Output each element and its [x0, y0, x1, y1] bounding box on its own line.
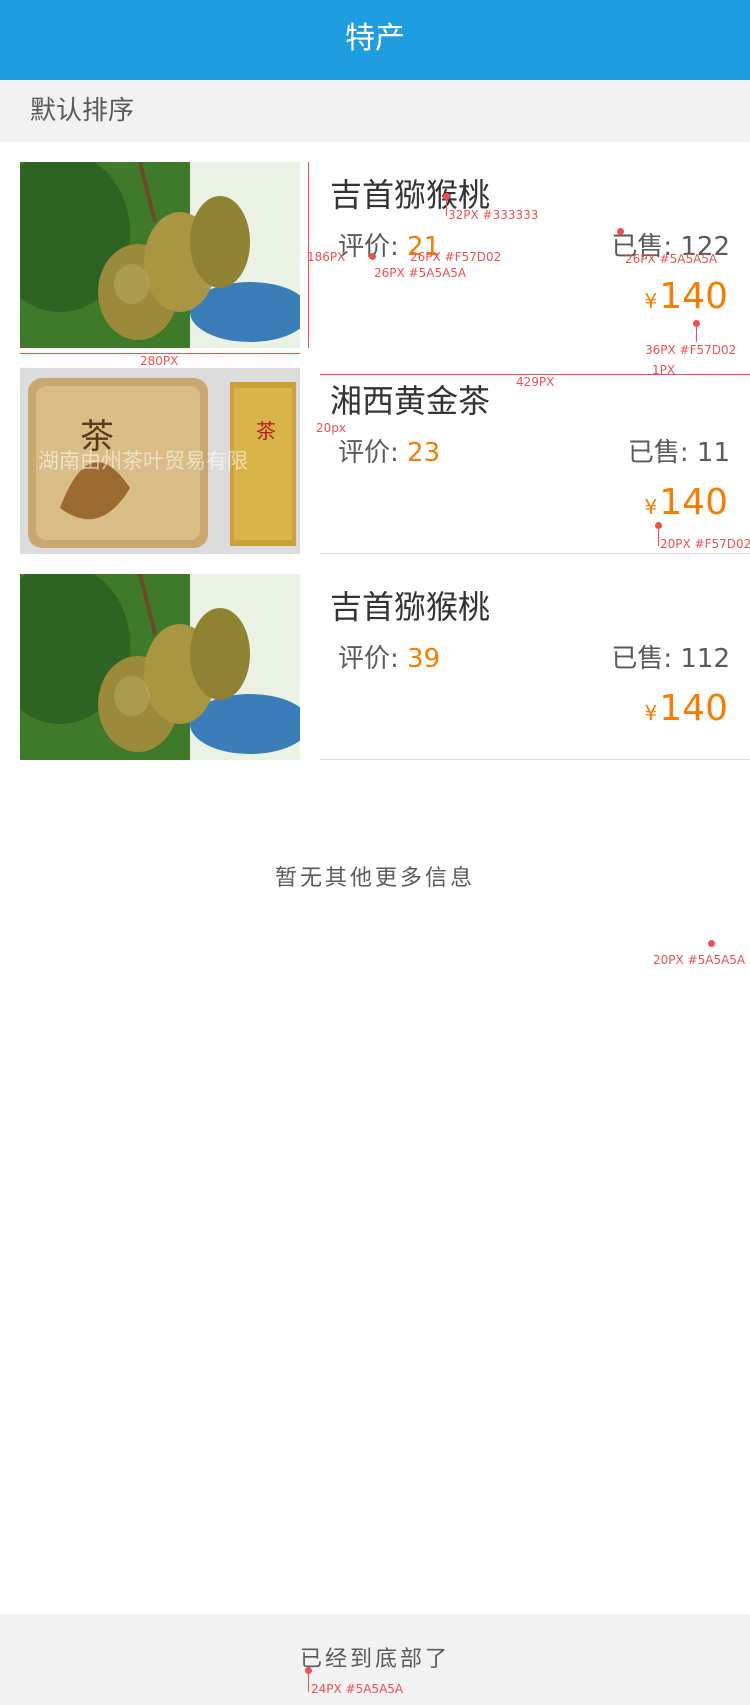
product-item[interactable]: 茶 茶 湖南由州茶叶贸易有限 湘西黄金茶 评价: 23 已售: 11 ¥140 — [0, 348, 750, 554]
sort-default-button[interactable]: 默认排序 — [30, 80, 134, 142]
annotation-no-more-spec: 20PX #5A5A5A — [653, 953, 746, 967]
product-rating: 评价: 23 — [338, 432, 440, 469]
price-value: 140 — [659, 482, 728, 523]
annotation-dot — [443, 193, 450, 200]
annotation-image-height: 186PX — [307, 250, 346, 264]
annotation-divider-height: 1PX — [652, 363, 676, 377]
page-title: 特产 — [345, 21, 405, 56]
annotation-dot — [617, 228, 624, 235]
annotation-dot — [708, 940, 715, 947]
annotation-line — [308, 1670, 309, 1692]
svg-text:茶: 茶 — [256, 419, 276, 443]
annotation-item-gap: 20px — [316, 421, 346, 435]
rating-value: 39 — [407, 644, 441, 674]
annotation-line — [658, 526, 659, 546]
annotation-price-spec: 36PX #F57D02 — [645, 343, 737, 357]
sort-bar: 默认排序 — [0, 80, 750, 142]
sold-value: 11 — [696, 438, 730, 468]
sold-value: 112 — [680, 644, 730, 674]
annotation-rating-value-spec: 26PX #F57D02 — [410, 250, 502, 264]
kiwi-fruit-image — [20, 574, 300, 760]
image-watermark: 湖南由州茶叶贸易有限 — [38, 449, 248, 473]
golden-tea-image: 茶 茶 湖南由州茶叶贸易有限 — [20, 368, 300, 554]
currency-symbol: ¥ — [644, 495, 658, 519]
product-name: 湘西黄金茶 — [330, 382, 491, 420]
item-divider — [320, 759, 750, 760]
annotation-sold-spec: 26PX #5A5A5A — [625, 252, 718, 266]
annotation-line — [696, 324, 697, 342]
product-sold: 已售: 112 — [611, 638, 730, 675]
product-item[interactable]: 吉首猕猴桃 评价: 21 已售: 122 ¥140 — [0, 142, 750, 348]
price-value: 140 — [659, 276, 728, 317]
no-more-info-text: 暂无其他更多信息 — [274, 866, 475, 891]
annotation-currency-spec: 20PX #F57D02 — [660, 537, 750, 551]
annotation-name-spec: 32PX #333333 — [448, 208, 539, 222]
kiwi-fruit-image — [20, 162, 300, 348]
rating-label: 评价: — [338, 438, 399, 468]
product-price: ¥140 — [645, 482, 728, 523]
annotation-dot — [369, 253, 376, 260]
annotation-rating-label-spec: 26PX #5A5A5A — [374, 266, 467, 280]
currency-symbol: ¥ — [644, 289, 658, 313]
product-name: 吉首猕猴桃 — [330, 588, 491, 626]
product-item[interactable]: 吉首猕猴桃 评价: 39 已售: 112 ¥140 — [0, 554, 750, 760]
header-bar: 特产 — [0, 0, 750, 80]
annotation-image-width: 280PX — [140, 354, 179, 368]
rating-label: 评价: — [338, 644, 399, 674]
currency-symbol: ¥ — [644, 701, 658, 725]
product-sold: 已售: 11 — [628, 432, 730, 469]
product-rating: 评价: 39 — [338, 638, 440, 675]
rating-value: 23 — [407, 438, 441, 468]
product-price: ¥140 — [645, 688, 728, 729]
sold-label: 已售: — [627, 438, 689, 468]
annotation-text-block-width: 429PX — [516, 375, 555, 389]
product-price: ¥140 — [645, 276, 728, 317]
sold-label: 已售: — [611, 644, 673, 674]
price-value: 140 — [659, 688, 728, 729]
annotation-footer-spec: 24PX #5A5A5A — [311, 1682, 404, 1696]
